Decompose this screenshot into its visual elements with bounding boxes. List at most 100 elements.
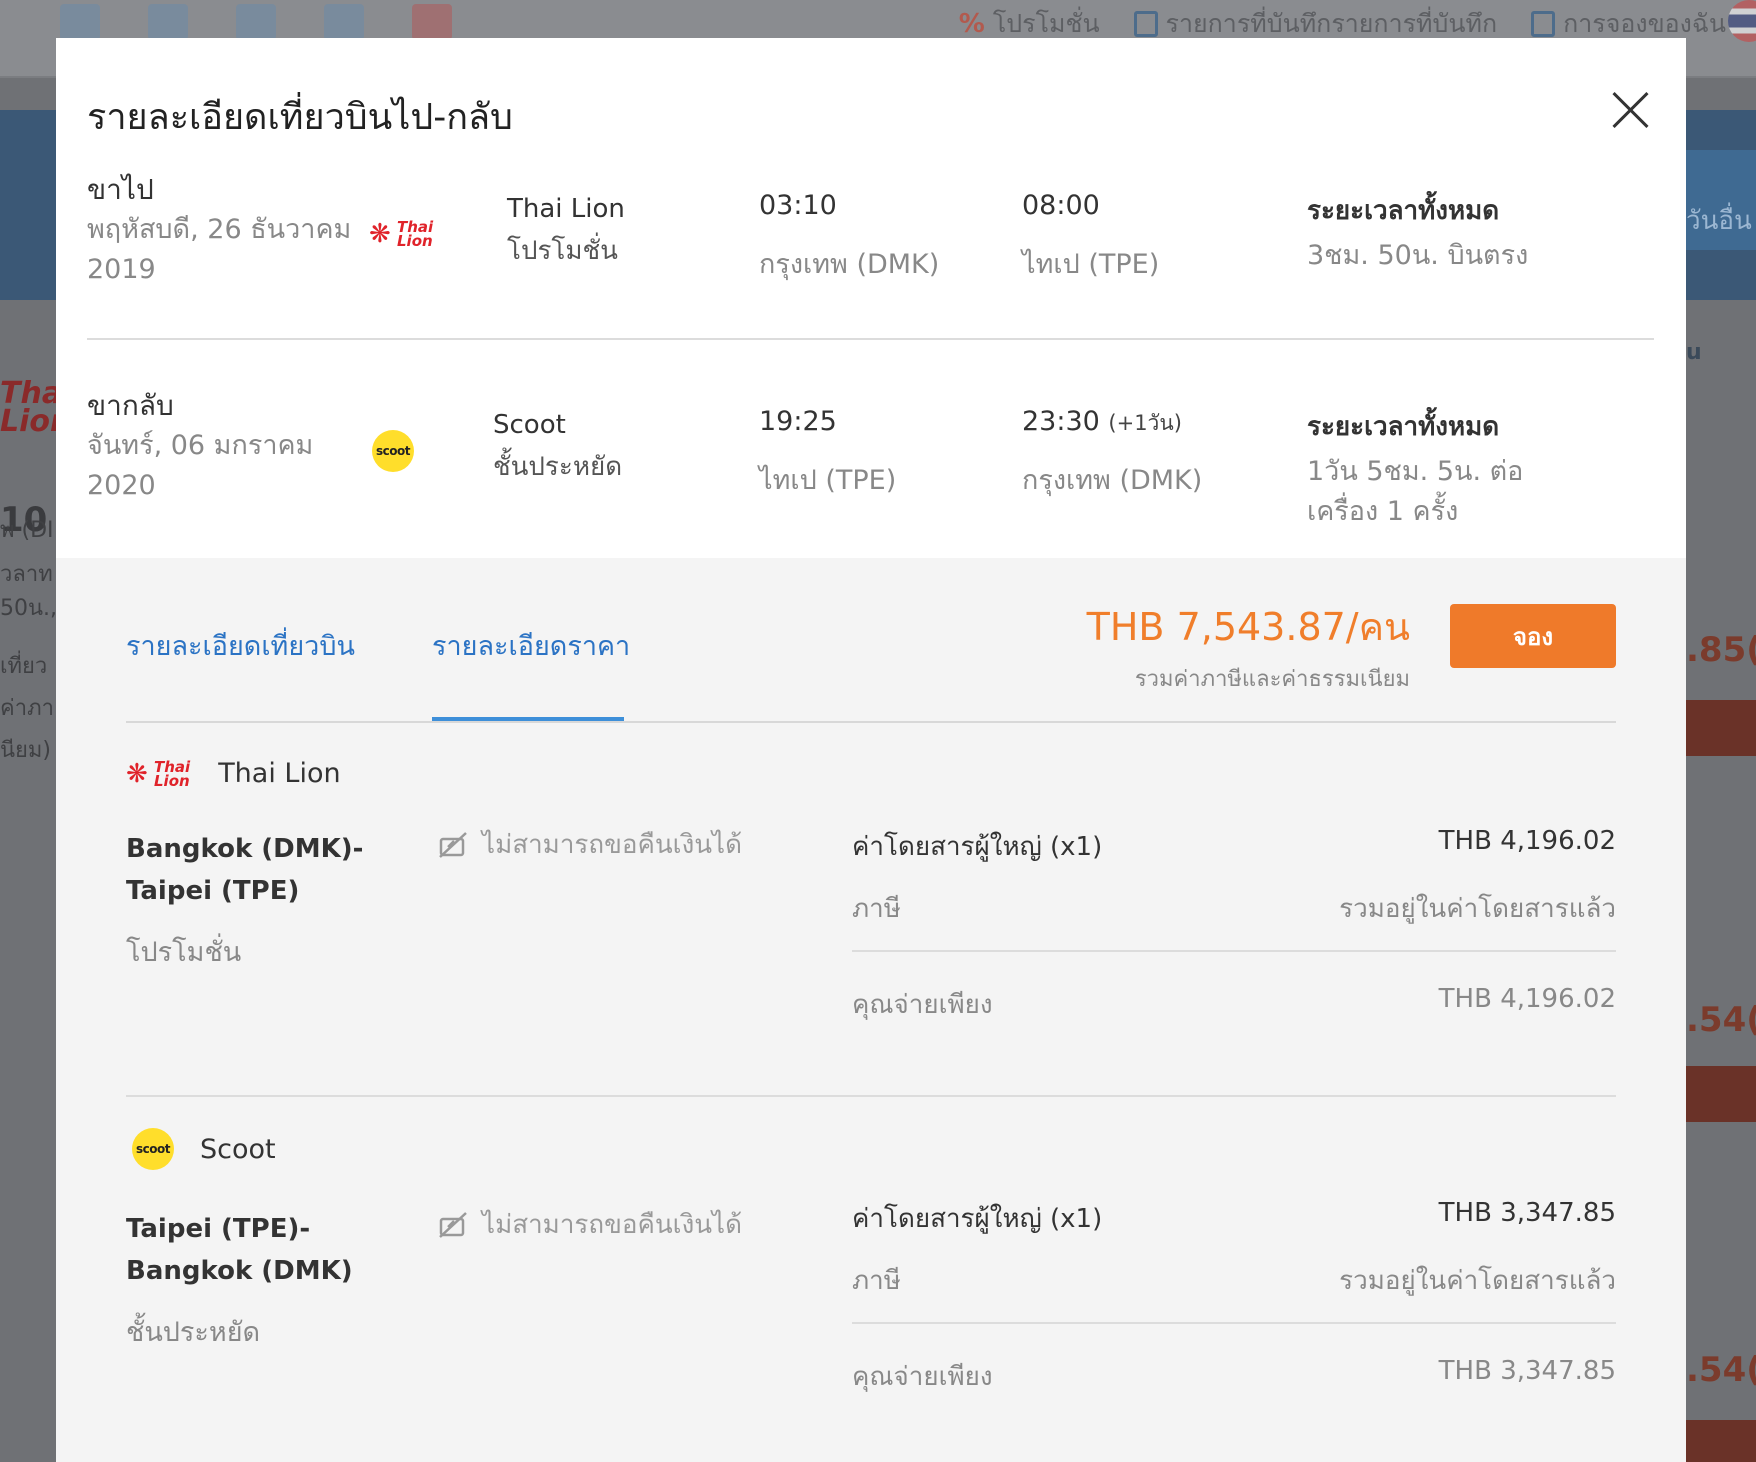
depart-place: ไทเป (TPE) (759, 465, 897, 496)
refund-policy: ไม่สามารถขอคืนเงินได้ (438, 824, 742, 865)
refund-text: ไม่สามารถขอคืนเงินได้ (482, 830, 742, 860)
segment-airline: Scoot (200, 1133, 276, 1165)
airline-name: Thai Lion (507, 194, 625, 224)
segment-divider (126, 1095, 1616, 1097)
duration-value: 1วัน 5ชม. 5น. ต่อเครื่อง 1 ครั้ง (1307, 456, 1524, 527)
segment-route: Bangkok (DMK)-Taipei (TPE) (126, 834, 364, 906)
leg-direction: ขากลับ (87, 389, 174, 422)
arrive-place: ไทเป (TPE) (1022, 249, 1160, 280)
fare-class: โปรโมชั่น (507, 236, 618, 266)
background-select-button[interactable] (1686, 700, 1756, 756)
thai-lion-logo-icon: ❋ Thai Lion (126, 757, 191, 790)
duration-value: 3ชม. 50น. บินตรง (1307, 240, 1529, 271)
price-segment: ❋ Thai Lion Thai Lion Bangkok (DMK)-Taipei… (126, 758, 1616, 1058)
background-result-card-left: Thai Lion 10 พ (DI วลาท 50น., เที่ยว ค่า… (0, 300, 72, 980)
booking-list-icon (1531, 11, 1556, 37)
depart-place: กรุงเทพ (DMK) (759, 249, 940, 280)
tax-value: รวมอยู่ในค่าโดยสารแล้ว (1339, 1266, 1616, 1296)
total-row: คุณจ่ายเพียง THB 4,196.02 (852, 984, 1616, 1025)
scoot-logo-icon: scoot (132, 1128, 174, 1170)
adult-fare-label: ค่าโดยสารผู้ใหญ่ (x1) (852, 1204, 1103, 1234)
segment-fare-class: ชั้นประหยัด (126, 1317, 261, 1348)
scoot-logo-icon: scoot (372, 430, 414, 472)
leg-direction: ขาไป (87, 173, 154, 206)
adult-fare-value: THB 4,196.02 (1438, 826, 1616, 856)
tax-row: ภาษี รวมอยู่ในค่าโดยสารแล้ว (852, 1260, 1616, 1301)
tax-value: รวมอยู่ในค่าโดยสารแล้ว (1339, 894, 1616, 924)
background-text: 50น., (0, 596, 58, 621)
duration-label: ระยะเวลาทั้งหมด (1307, 196, 1500, 226)
background-sort-dropdown[interactable]: u (1686, 340, 1756, 365)
price-amount: THB 7,543.87/คน (1086, 605, 1410, 649)
background-select-button[interactable] (1686, 1420, 1756, 1462)
background-text: เที่ยว (0, 654, 48, 679)
arrive-time: 08:00 (1022, 190, 1100, 221)
percent-icon: % (958, 9, 985, 39)
adult-fare-row: ค่าโดยสารผู้ใหญ่ (x1) THB 3,347.85 (852, 1198, 1616, 1239)
background-select-button[interactable] (1686, 1066, 1756, 1122)
airline-name: Scoot (493, 410, 566, 440)
background-price: .54( (1686, 1000, 1756, 1040)
total-value: THB 4,196.02 (1438, 984, 1616, 1014)
tab-flight-details[interactable]: รายละเอียดเที่ยวบิน (126, 624, 355, 667)
total-label: คุณจ่ายเพียง (852, 1362, 993, 1392)
arrive-place: กรุงเทพ (DMK) (1022, 465, 1203, 496)
total-price: THB 7,543.87/คน รวมค่าภาษีและค่าธรรมเนีย… (1087, 596, 1410, 696)
flight-hotel-icon[interactable] (236, 4, 276, 40)
depart-time: 03:10 (759, 190, 837, 221)
segment-route: Taipei (TPE)-Bangkok (DMK) (126, 1214, 353, 1286)
hotel-icon[interactable] (148, 4, 188, 40)
background-text: นียม) (0, 738, 52, 763)
inbound-leg: ขากลับ จันทร์, 06 มกราคม 2020 scoot Scoo… (87, 384, 1654, 554)
depart-time: 19:25 (759, 406, 837, 437)
book-button[interactable]: จอง (1450, 604, 1616, 668)
close-icon[interactable] (1610, 90, 1650, 130)
refund-text: ไม่สามารถขอคืนเงินได้ (482, 1210, 742, 1240)
tab-price-details[interactable]: รายละเอียดราคา (432, 624, 630, 667)
leg-date: จันทร์, 06 มกราคม 2020 (87, 430, 314, 501)
price-segment: scoot Scoot Taipei (TPE)-Bangkok (DMK) ช… (126, 1128, 1616, 1448)
language-flag-icon[interactable] (1728, 0, 1756, 42)
background-text: ค่าภา (0, 696, 54, 721)
outbound-leg: ขาไป พฤหัสบดี, 26 ธันวาคม 2019 ❋ Thai Lion… (87, 168, 1654, 338)
tools-icon[interactable] (412, 4, 452, 40)
background-text: พ (DI (0, 518, 54, 543)
arrive-time: 23:30 (+1วัน) (1022, 406, 1182, 437)
segment-header: ❋ Thai Lion Thai Lion (126, 758, 341, 789)
segment-airline: Thai Lion (218, 758, 341, 789)
background-price: .54( (1686, 1350, 1756, 1390)
non-refundable-icon (439, 831, 467, 858)
segment-header: scoot Scoot (132, 1128, 276, 1170)
thai-lion-logo-icon: ❋ Thai Lion (369, 218, 434, 250)
non-refundable-icon (439, 1211, 467, 1238)
tax-label: ภาษี (852, 1266, 901, 1296)
next-day-indicator: (+1วัน) (1108, 411, 1182, 435)
total-value: THB 3,347.85 (1438, 1356, 1616, 1386)
background-price: .85( (1686, 630, 1756, 670)
tax-row: ภาษี รวมอยู่ในค่าโดยสารแล้ว (852, 888, 1616, 929)
total-label: คุณจ่ายเพียง (852, 990, 993, 1020)
price-note: รวมค่าภาษีและค่าธรรมเนียม (1134, 667, 1410, 692)
total-row: คุณจ่ายเพียง THB 3,347.85 (852, 1356, 1616, 1397)
leg-airline: Scoot ชั้นประหยัด (493, 404, 622, 488)
refund-policy: ไม่สามารถขอคืนเงินได้ (438, 1204, 742, 1245)
flight-icon[interactable] (60, 4, 100, 40)
fare-class: ชั้นประหยัด (493, 452, 623, 482)
leg-airline: Thai Lion โปรโมชั่น (507, 188, 625, 272)
fare-divider (852, 1322, 1616, 1324)
background-product-icons (60, 4, 452, 40)
flight-details-modal: รายละเอียดเที่ยวบินไป-กลับ ขาไป พฤหัสบดี… (56, 38, 1686, 1462)
adult-fare-row: ค่าโดยสารผู้ใหญ่ (x1) THB 4,196.02 (852, 826, 1616, 867)
fare-divider (852, 950, 1616, 952)
adult-fare-value: THB 3,347.85 (1438, 1198, 1616, 1228)
bookmark-icon (1133, 11, 1158, 37)
tabs-divider (126, 721, 1616, 723)
tax-label: ภาษี (852, 894, 901, 924)
leg-divider (87, 338, 1654, 340)
price-details-section: รายละเอียดเที่ยวบิน รายละเอียดราคา THB 7… (56, 558, 1686, 1462)
modal-title: รายละเอียดเที่ยวบินไป-กลับ (87, 97, 513, 138)
activities-icon[interactable] (324, 4, 364, 40)
duration-label: ระยะเวลาทั้งหมด (1307, 412, 1500, 442)
segment-fare-class: โปรโมชั่น (126, 937, 242, 968)
background-text: วลาท (0, 562, 53, 587)
